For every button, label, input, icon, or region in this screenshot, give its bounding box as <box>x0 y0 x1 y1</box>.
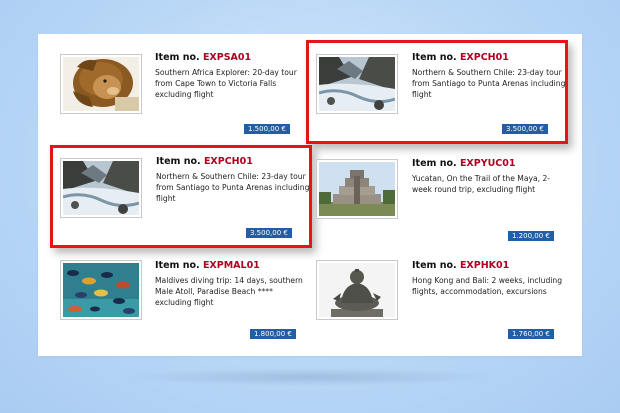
item-title: Item no. EXPHK01 <box>412 260 509 271</box>
item-description: Hong Kong and Bali: 2 weeks, including f… <box>412 276 563 296</box>
item-code: EXPHK01 <box>459 260 510 271</box>
item-label: Item no. <box>155 260 200 271</box>
item-title: Item no. EXPCH01 <box>412 52 509 63</box>
item-code: EXPYUC01 <box>459 158 516 169</box>
item-label: Item no. <box>156 156 201 167</box>
buddha-image[interactable] <box>316 260 398 320</box>
item-title: Item no. EXPYUC01 <box>412 158 516 169</box>
price-badge[interactable]: 1.760,00 € <box>508 329 554 339</box>
item-description: Yucatan, On the Trail of the Maya, 2-wee… <box>412 174 551 194</box>
item-code: EXPCH01 <box>203 156 253 167</box>
price-badge[interactable]: 1.500,00 € <box>244 124 290 134</box>
item-description: Maldives diving trip: 14 days, southern … <box>155 276 303 307</box>
item-label: Item no. <box>412 52 457 63</box>
item-title: Item no. EXPMAL01 <box>155 260 260 271</box>
item-description: Southern Africa Explorer: 20-day tour fr… <box>155 68 297 99</box>
item-description: Northern & Southern Chile: 23-day tour f… <box>156 172 310 203</box>
price-badge[interactable]: 1.200,00 € <box>508 231 554 241</box>
pyramid-image[interactable] <box>316 159 398 219</box>
river-image[interactable] <box>60 158 142 218</box>
item-label: Item no. <box>412 260 457 271</box>
lion-image[interactable] <box>60 54 142 114</box>
fish-image[interactable] <box>60 260 142 320</box>
price-badge[interactable]: 3.500,00 € <box>502 124 548 134</box>
item-code: EXPCH01 <box>459 52 509 63</box>
item-code: EXPMAL01 <box>202 260 260 271</box>
price-badge[interactable]: 3.500,00 € <box>246 228 292 238</box>
item-title: Item no. EXPCH01 <box>156 156 253 167</box>
item-title: Item no. EXPSA01 <box>155 52 251 63</box>
item-description: Northern & Southern Chile: 23-day tour f… <box>412 68 566 99</box>
item-code: EXPSA01 <box>202 52 252 63</box>
price-badge[interactable]: 1.800,00 € <box>250 329 296 339</box>
item-label: Item no. <box>155 52 200 63</box>
item-label: Item no. <box>412 158 457 169</box>
card-shadow <box>120 368 500 386</box>
river-image[interactable] <box>316 54 398 114</box>
